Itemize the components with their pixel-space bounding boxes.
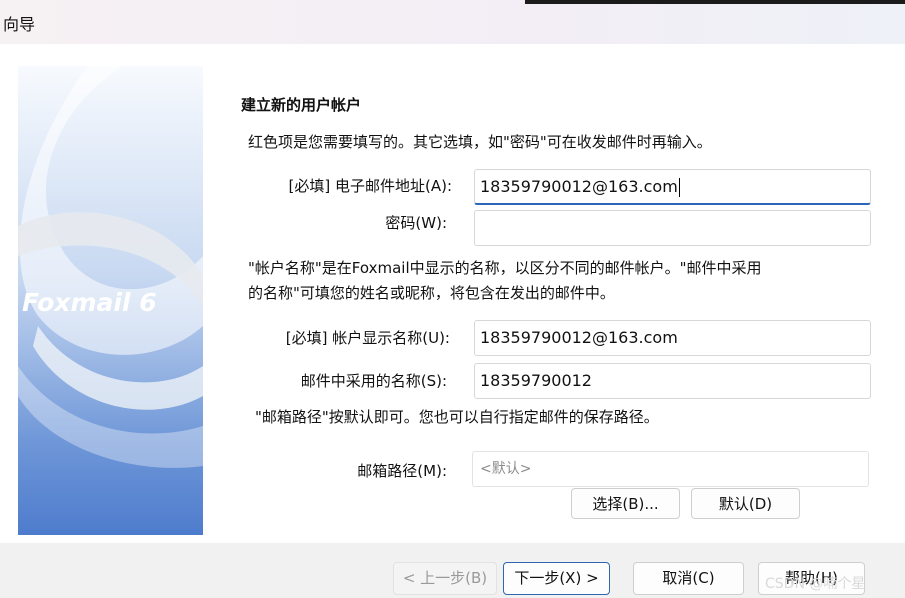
email-label: [必填] 电子邮件地址(A): bbox=[288, 177, 453, 195]
cancel-button[interactable]: 取消(C) bbox=[633, 562, 744, 595]
browse-button[interactable]: 选择(B)... bbox=[571, 488, 680, 519]
mail-name-label: 邮件中采用的名称(S): bbox=[300, 372, 447, 390]
path-note: "邮箱路径"按默认即可。您也可以自行指定邮件的保存路径。 bbox=[255, 408, 659, 426]
mail-name-value: 18359790012 bbox=[480, 371, 592, 390]
account-note-line1: "帐户名称"是在Foxmail中显示的名称，以区分不同的邮件帐户。"邮件中采用 bbox=[248, 259, 762, 277]
mail-path-field[interactable]: <默认> bbox=[472, 451, 869, 487]
display-name-field[interactable]: 18359790012@163.com bbox=[474, 320, 871, 356]
foxmail-swirl-graphic: Foxmail 6 bbox=[18, 66, 203, 468]
foxmail-banner: Foxmail 6 bbox=[18, 66, 203, 535]
display-name-value: 18359790012@163.com bbox=[480, 328, 678, 347]
text-caret bbox=[678, 178, 680, 197]
mail-name-field[interactable]: 18359790012 bbox=[474, 363, 871, 399]
password-label: 密码(W): bbox=[385, 214, 447, 232]
window-title: 向导 bbox=[3, 15, 36, 34]
email-value: 18359790012@163.com bbox=[480, 177, 678, 196]
page-heading: 建立新的用户帐户 bbox=[241, 96, 362, 114]
title-bar: 向导 bbox=[0, 0, 905, 44]
display-name-label: [必填] 帐户显示名称(U): bbox=[285, 329, 450, 347]
back-button[interactable]: < 上一步(B) bbox=[393, 562, 497, 595]
background-window-edge bbox=[525, 0, 905, 4]
email-field[interactable]: 18359790012@163.com bbox=[474, 169, 871, 205]
next-button[interactable]: 下一步(X) > bbox=[503, 562, 610, 595]
foxmail-logo: Foxmail 6 bbox=[22, 288, 157, 317]
password-field[interactable] bbox=[474, 210, 871, 246]
account-note-line2: 的名称"可填您的姓名或昵称，将包含在发出的邮件中。 bbox=[248, 284, 615, 302]
csdn-watermark: CSDN @喃个星 bbox=[765, 576, 866, 592]
intro-text: 红色项是您需要填写的。其它选填，如"密码"可在收发邮件时再输入。 bbox=[248, 133, 712, 151]
mail-path-label: 邮箱路径(M): bbox=[357, 462, 447, 480]
default-button[interactable]: 默认(D) bbox=[691, 488, 800, 519]
